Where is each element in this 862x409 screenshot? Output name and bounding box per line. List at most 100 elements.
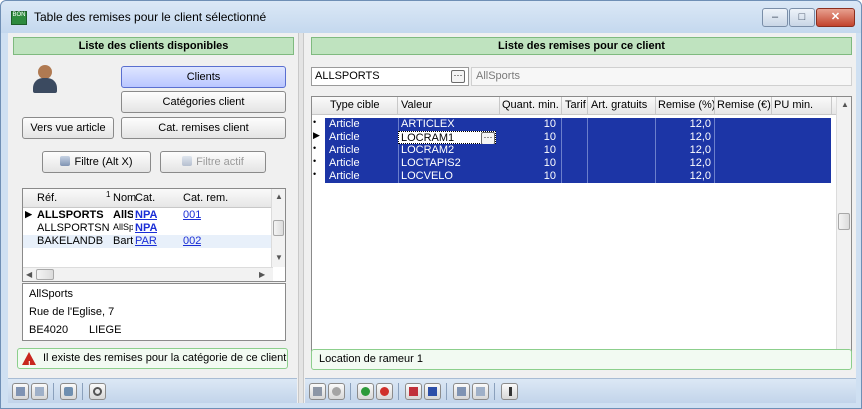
discounts-vertical-scrollbar[interactable]: ▲ ▼ (836, 97, 851, 365)
edit-pen-button[interactable] (501, 383, 518, 400)
discount-description: Location de rameur 1 (311, 349, 852, 370)
scroll-down-icon[interactable]: ▼ (275, 253, 283, 262)
clients-grid[interactable]: Réf. 1 Nom Cat. Cat. rem. ▶ ALLSPORTS Al… (22, 188, 286, 282)
address-street: Rue de l'Eglise, 7 (29, 306, 115, 318)
paste-icon (476, 387, 485, 396)
add-row-button[interactable] (357, 383, 374, 400)
col-art-gratuits[interactable]: Art. gratuits (591, 99, 647, 111)
maximize-button[interactable]: □ (789, 8, 815, 27)
categories-client-button[interactable]: Catégories client (121, 91, 286, 113)
grid-red-icon (409, 387, 418, 396)
col-valeur[interactable]: Valeur (401, 99, 432, 111)
filter-button-label: Filtre (Alt X) (74, 156, 133, 168)
client-avatar-icon (31, 65, 59, 95)
row-marker-icon: • (313, 169, 317, 179)
window-title: Table des remises pour le client sélecti… (34, 10, 267, 24)
link-tool-button[interactable] (89, 383, 106, 400)
current-row-pointer-icon: ▶ (313, 130, 320, 140)
client-discount-warning: ! Il existe des remises pour la catégori… (17, 348, 288, 369)
row-pointer-icon: ▶ (25, 209, 32, 219)
col-pu-min[interactable]: PU min. (774, 99, 813, 111)
close-button[interactable]: ✕ (816, 8, 855, 27)
clients-horizontal-scrollbar[interactable]: ◀ ▶ (23, 267, 273, 281)
row-marker-icon: • (313, 117, 317, 127)
minus-red-icon (380, 387, 389, 396)
col-cat[interactable]: Cat. (135, 192, 155, 204)
table-row[interactable]: • Article LOCRAM2 10 12,0 (312, 143, 837, 157)
discounts-grid[interactable]: Type cible Valeur Quant. min. Tarif Art.… (311, 96, 852, 366)
app-icon: BON (11, 11, 27, 25)
scroll-right-icon[interactable]: ▶ (259, 270, 265, 279)
table-row[interactable]: • Article LOCTAPIS2 10 12,0 (312, 156, 837, 170)
plus-green-icon (361, 387, 370, 396)
col-tarif[interactable]: Tarif (565, 99, 586, 111)
col-cat-rem[interactable]: Cat. rem. (183, 192, 228, 204)
list-icon (16, 387, 25, 396)
app-window: BON Table des remises pour le client sél… (0, 0, 862, 409)
delete-row-button[interactable] (376, 383, 393, 400)
clients-panel-header: Liste des clients disponibles (13, 37, 294, 55)
funnel-icon (64, 387, 73, 396)
filter-button[interactable]: Filtre (Alt X) (42, 151, 151, 173)
col-type-cible[interactable]: Type cible (330, 99, 380, 111)
table-row[interactable]: • Article ARTICLEX 10 12,0 (312, 117, 837, 131)
client-code-value: ALLSPORTS (315, 70, 380, 82)
sort-indicator: 1 (106, 190, 111, 199)
chain-icon (93, 387, 102, 396)
scroll-up-icon[interactable]: ▲ (841, 100, 849, 109)
scroll-thumb[interactable] (838, 213, 850, 230)
paste-button[interactable] (472, 383, 489, 400)
cat-remises-client-button[interactable]: Cat. remises client (121, 117, 286, 139)
detail-icon (35, 387, 44, 396)
panel-splitter[interactable] (298, 33, 304, 403)
table-row[interactable]: ▶ Article LOCRAM1 ··· 10 12,0 (312, 130, 837, 145)
client-name-field: AllSports (471, 67, 852, 86)
col-quant-min[interactable]: Quant. min. (502, 99, 559, 111)
col-remise-eur[interactable]: Remise (€) (717, 99, 771, 111)
vers-vue-article-button[interactable]: Vers vue article (22, 117, 114, 139)
filter-active-label: Filtre actif (196, 156, 244, 168)
form-view-button[interactable] (424, 383, 441, 400)
client-area: Liste des clients disponibles Clients Ca… (8, 33, 856, 403)
view-list-button[interactable] (12, 383, 29, 400)
address-name: AllSports (29, 288, 74, 300)
funnel-disabled-icon (182, 156, 193, 166)
table-row[interactable]: BAKELANDB Bart Ba PAR 002 (23, 235, 273, 248)
warning-text: Il existe des remises pour la catégorie … (43, 352, 287, 364)
col-remise-pct[interactable]: Remise (%) (658, 99, 715, 111)
client-address: AllSports Rue de l'Eglise, 7 BE4020 LIEGE (22, 283, 286, 341)
discounts-grid-header: Type cible Valeur Quant. min. Tarif Art.… (312, 97, 837, 115)
clients-grid-header: Réf. 1 Nom Cat. Cat. rem. (23, 189, 273, 208)
copy-button[interactable] (453, 383, 470, 400)
scroll-up-icon[interactable]: ▲ (275, 192, 283, 201)
client-lookup-button[interactable]: ··· (451, 70, 465, 83)
col-nom[interactable]: Nom (113, 192, 136, 204)
copy-icon (457, 387, 466, 396)
address-city: LIEGE (89, 324, 122, 336)
view-detail-button[interactable] (31, 383, 48, 400)
disk-icon (313, 387, 322, 396)
title-bar[interactable]: BON Table des remises pour le client sél… (1, 1, 861, 33)
col-ref[interactable]: Réf. (37, 192, 57, 204)
valeur-edit-cell[interactable]: LOCRAM1 ··· (398, 131, 496, 145)
table-row[interactable]: ALLSPORTSN AllSport NPA (23, 222, 273, 235)
grid-view-button[interactable] (405, 383, 422, 400)
address-postal-code: BE4020 (29, 324, 69, 336)
table-row[interactable]: ▶ ALLSPORTS AllSport NPA 001 (23, 209, 273, 222)
filter-tool-button[interactable] (60, 383, 77, 400)
clients-vertical-scrollbar[interactable]: ▲ ▼ (271, 189, 285, 267)
undo-icon (332, 387, 341, 396)
scroll-left-icon[interactable]: ◀ (26, 270, 32, 279)
scroll-thumb[interactable] (273, 220, 284, 236)
table-row[interactable]: • Article LOCVELO 10 12,0 (312, 169, 837, 183)
discounts-panel-header: Liste des remises pour ce client (311, 37, 852, 55)
minimize-button[interactable]: – (762, 8, 788, 27)
form-blue-icon (428, 387, 437, 396)
scroll-thumb[interactable] (36, 269, 54, 280)
cancel-edit-button[interactable] (328, 383, 345, 400)
clients-button[interactable]: Clients (121, 66, 286, 88)
row-marker-icon: • (313, 143, 317, 153)
filter-active-button[interactable]: Filtre actif (160, 151, 266, 173)
save-button[interactable] (309, 383, 326, 400)
client-code-field[interactable]: ALLSPORTS ··· (311, 67, 469, 86)
